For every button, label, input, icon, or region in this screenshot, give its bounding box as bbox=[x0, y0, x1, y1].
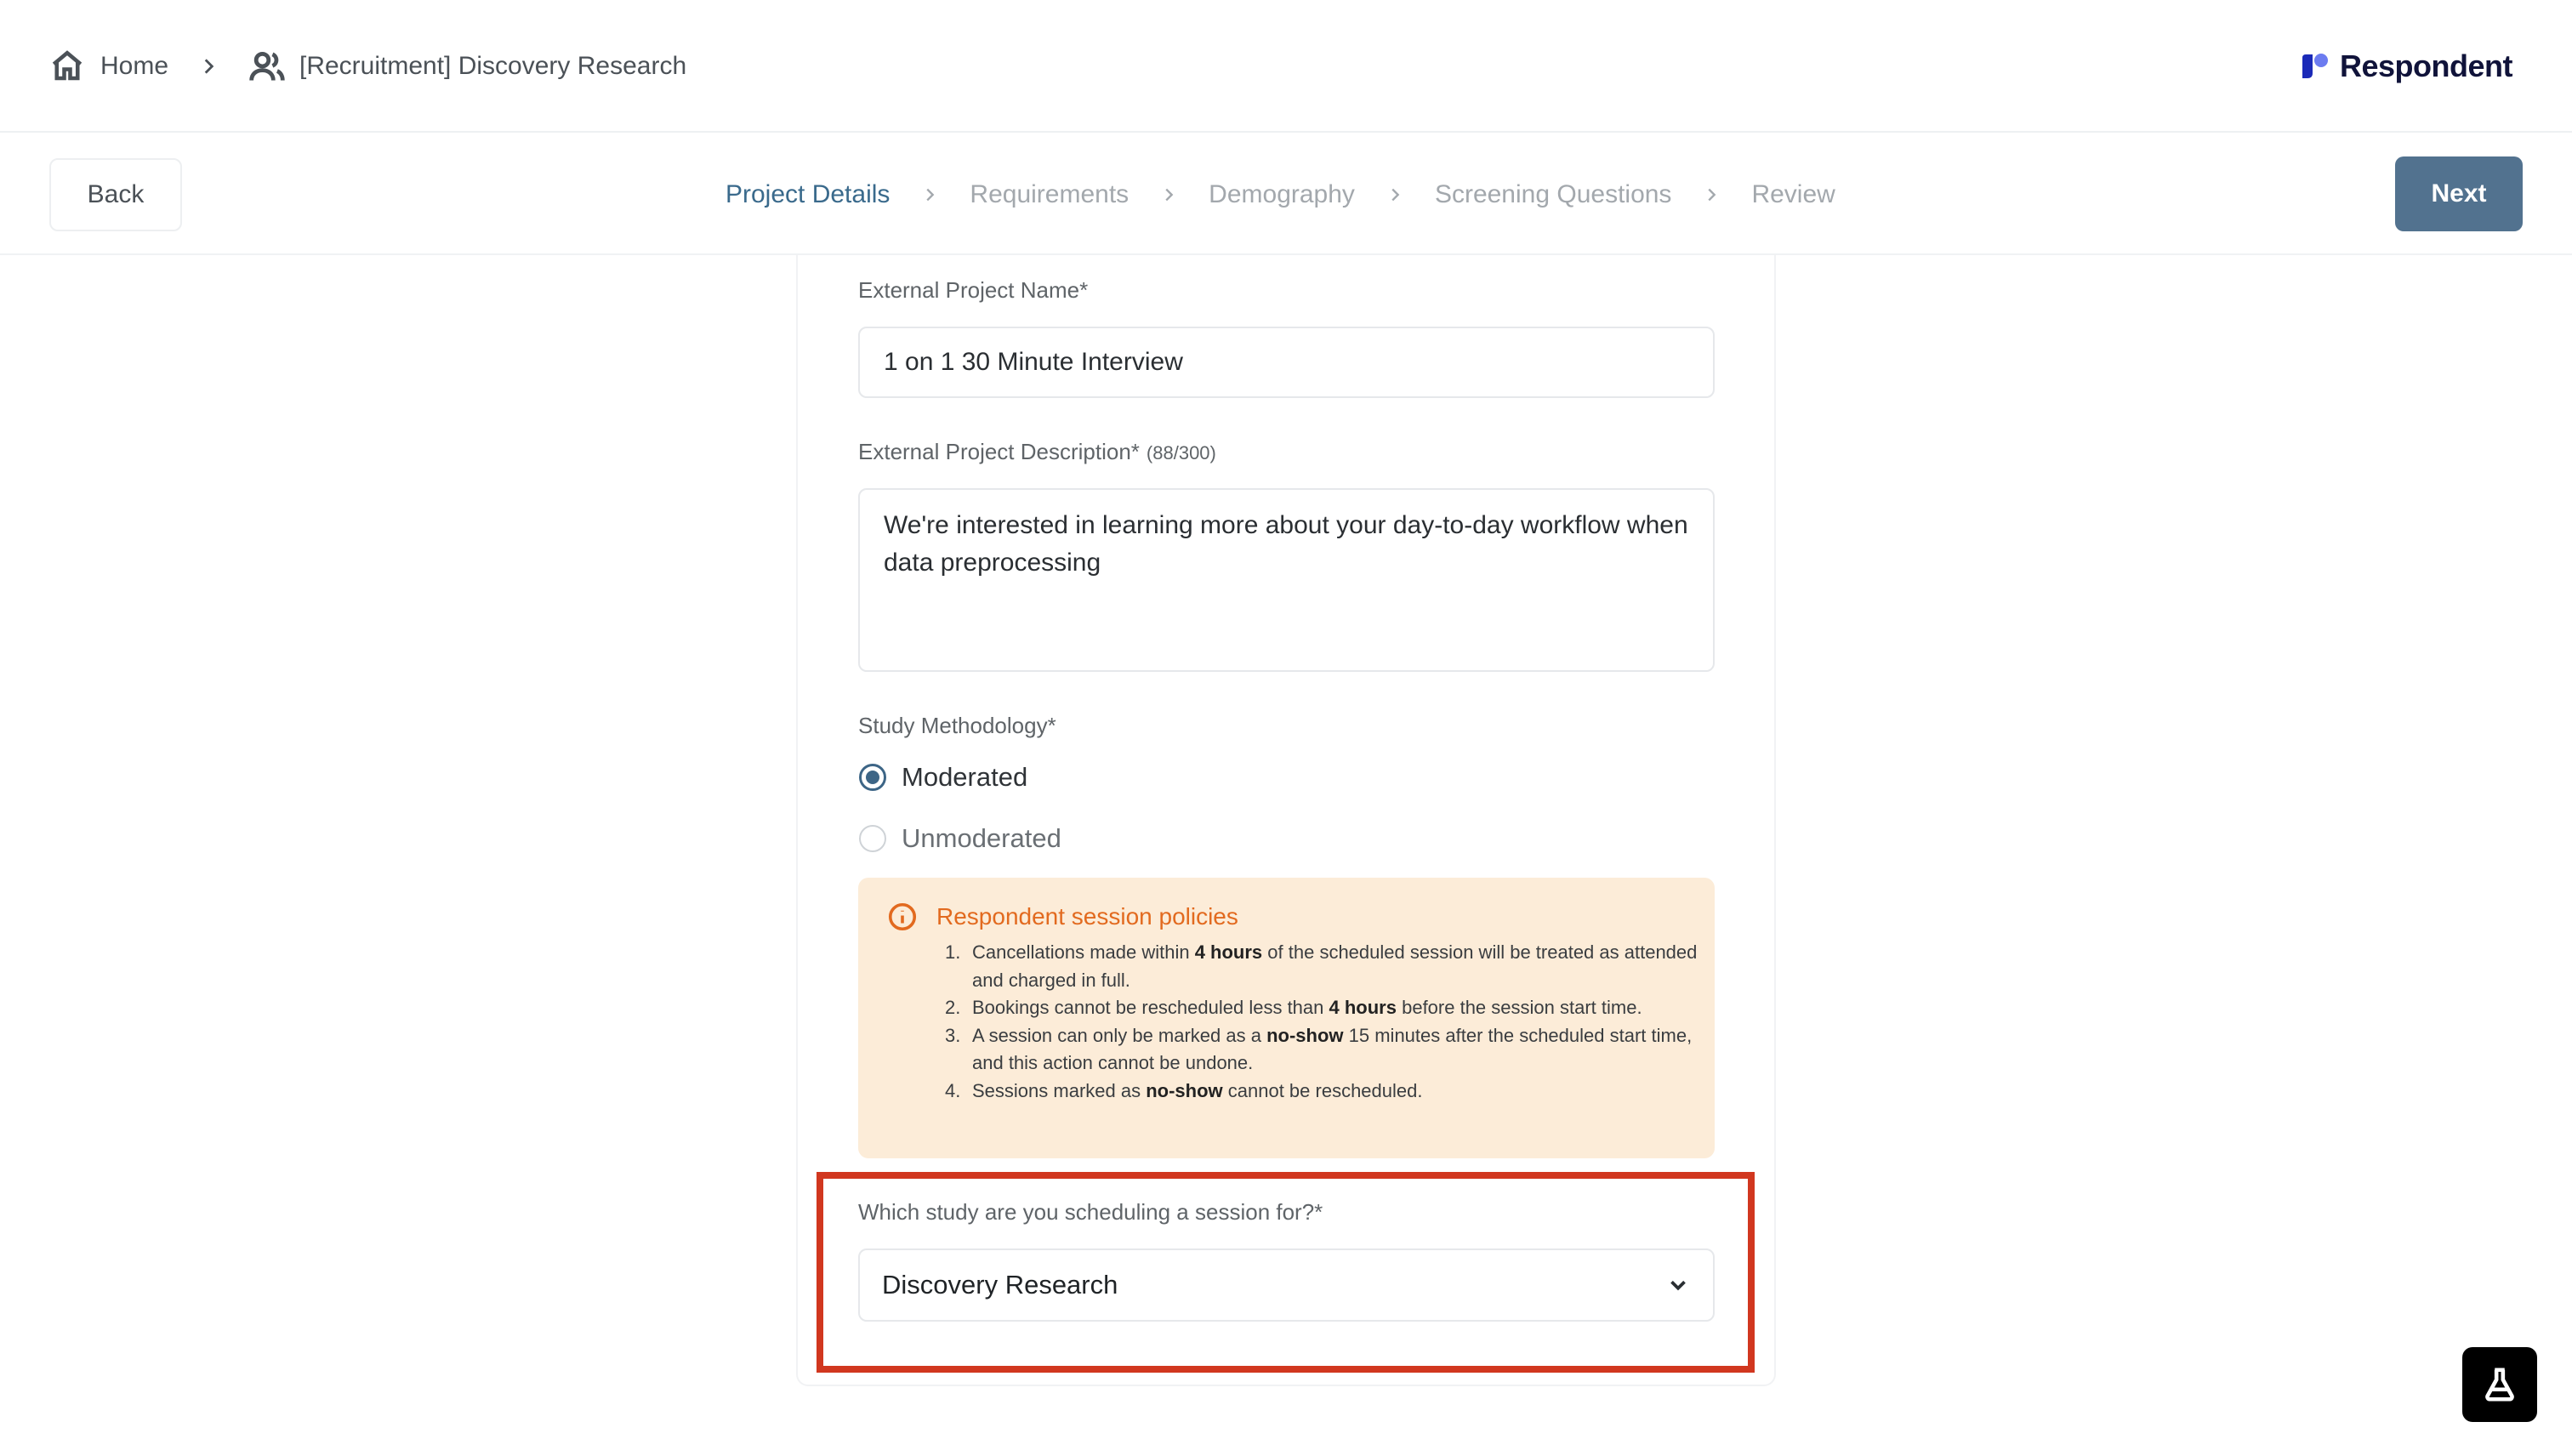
step-separator bbox=[1374, 184, 1415, 206]
chevron-right-icon bbox=[1708, 188, 1716, 202]
external-name-label: External Project Name* bbox=[858, 277, 1089, 303]
policy-item: 1. Cancellations made within 4 hours of t… bbox=[945, 941, 1698, 991]
step-demography[interactable]: Demography bbox=[1209, 180, 1355, 209]
top-header: Home [Recruitment] Discovery Research Re… bbox=[0, 0, 2572, 133]
home-icon bbox=[52, 50, 83, 81]
brand-name: Respondent bbox=[2339, 48, 2513, 83]
step-review[interactable]: Review bbox=[1751, 180, 1835, 209]
step-project-details[interactable]: Project Details bbox=[726, 180, 890, 209]
radio-unmoderated[interactable] bbox=[859, 825, 886, 852]
study-select-value: Discovery Research bbox=[882, 1270, 1118, 1300]
chevron-down-icon bbox=[1670, 1280, 1686, 1291]
lab-floating-button[interactable] bbox=[2462, 1347, 2537, 1422]
chevron-right-icon bbox=[204, 59, 214, 74]
radio-moderated-label: Moderated bbox=[902, 762, 1028, 792]
breadcrumb-home-label: Home bbox=[100, 52, 169, 80]
policy-item: 4. Sessions marked as no-show cannot be r… bbox=[945, 1079, 1423, 1101]
radio-unmoderated-label: Unmoderated bbox=[902, 823, 1061, 853]
description-textarea[interactable]: We're interested in learning more about … bbox=[858, 488, 1715, 672]
policy-header: Respondent session policies bbox=[887, 901, 1238, 932]
chevron-right-icon bbox=[1165, 188, 1174, 202]
users-icon bbox=[249, 51, 285, 81]
description-label-row: External Project Description* (88/300) bbox=[858, 439, 1216, 465]
breadcrumb-home[interactable]: Home bbox=[49, 43, 168, 90]
wizard-steps: Project Details Requirements Demography … bbox=[726, 158, 1835, 231]
info-icon bbox=[888, 902, 917, 931]
breadcrumb-project-label: [Recruitment] Discovery Research bbox=[299, 52, 687, 80]
step-separator bbox=[1148, 184, 1189, 206]
description-label: External Project Description* bbox=[858, 439, 1140, 464]
radio-moderated[interactable] bbox=[859, 764, 886, 791]
step-separator bbox=[909, 184, 950, 206]
methodology-label: Study Methodology* bbox=[858, 713, 1056, 738]
flask-icon bbox=[2485, 1368, 2514, 1402]
policy-title: Respondent session policies bbox=[936, 903, 1238, 930]
breadcrumb-separator bbox=[197, 43, 219, 90]
breadcrumb-project[interactable]: [Recruitment] Discovery Research bbox=[248, 43, 686, 90]
back-button[interactable]: Back bbox=[49, 158, 182, 231]
description-char-counter: (88/300) bbox=[1146, 442, 1216, 464]
policy-item: 3. A session can only be marked as a no-s… bbox=[945, 1024, 1693, 1074]
session-policy-callout: Respondent session policies 1. Cancellati… bbox=[858, 878, 1715, 1158]
methodology-option-unmoderated[interactable]: Unmoderated bbox=[859, 823, 1061, 854]
policy-item: 2. Bookings cannot be rescheduled less th… bbox=[945, 997, 1642, 1018]
policy-list: 1. Cancellations made within 4 hours of t… bbox=[933, 939, 1699, 1105]
chevron-right-icon bbox=[926, 188, 935, 202]
methodology-option-moderated[interactable]: Moderated bbox=[859, 762, 1027, 793]
step-screening-questions[interactable]: Screening Questions bbox=[1435, 180, 1672, 209]
brand-logo[interactable]: Respondent bbox=[2297, 44, 2513, 88]
external-name-input[interactable]: 1 on 1 30 Minute Interview bbox=[858, 327, 1715, 398]
study-select-label: Which study are you scheduling a session… bbox=[858, 1199, 1323, 1225]
study-select-dropdown[interactable]: Discovery Research bbox=[858, 1248, 1715, 1322]
step-requirements[interactable]: Requirements bbox=[970, 180, 1129, 209]
wizard-stepper-bar: Back Project Details Requirements Demogr… bbox=[0, 134, 2572, 255]
step-separator bbox=[1691, 184, 1732, 206]
chevron-right-icon bbox=[1391, 188, 1400, 202]
respondent-logo-icon bbox=[2302, 54, 2328, 78]
next-button[interactable]: Next bbox=[2395, 156, 2523, 231]
